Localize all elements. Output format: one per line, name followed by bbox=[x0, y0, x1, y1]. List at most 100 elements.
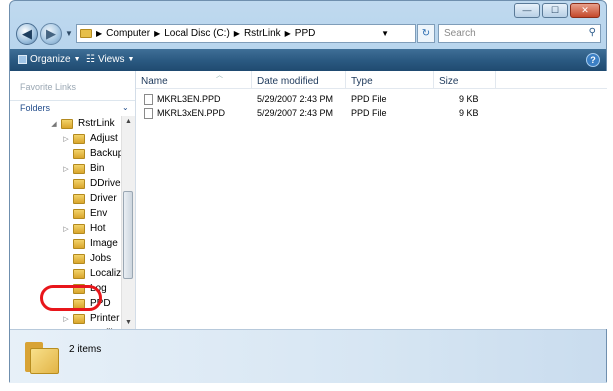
tree-item-label: Hot bbox=[90, 223, 106, 234]
help-button[interactable]: ? bbox=[586, 53, 600, 67]
tree-item-ddriver[interactable]: DDriver bbox=[62, 176, 124, 191]
views-button[interactable]: ☷ Views ▼ bbox=[86, 54, 134, 65]
organize-icon bbox=[18, 55, 27, 64]
folder-icon bbox=[73, 178, 85, 189]
tree-item-driver[interactable]: Driver bbox=[62, 191, 117, 206]
column-label: Name bbox=[141, 76, 168, 87]
scroll-up-arrow[interactable]: ▲ bbox=[122, 116, 135, 128]
file-date: 5/29/2007 2:43 PM bbox=[257, 108, 334, 118]
chevron-down-icon: ⌄ bbox=[122, 103, 129, 112]
file-list-pane: Name ︿ Date modified Type Size MKRL3EN.P… bbox=[136, 71, 607, 329]
tree-item-localize[interactable]: Localize bbox=[62, 266, 127, 281]
file-size: 9 KB bbox=[459, 94, 479, 104]
tree-item-label: Env bbox=[90, 208, 108, 219]
tree-item-image[interactable]: Image bbox=[62, 236, 118, 251]
column-label: Size bbox=[439, 76, 459, 87]
minimize-button[interactable]: — bbox=[514, 3, 540, 18]
breadcrumb-local-disc[interactable]: Local Disc (C:) bbox=[164, 28, 230, 39]
column-header-name[interactable]: Name ︿ bbox=[136, 71, 252, 88]
folder-icon bbox=[73, 208, 85, 219]
back-button[interactable]: ◀ bbox=[16, 23, 38, 45]
organize-label: Organize bbox=[30, 54, 71, 65]
column-label: Date modified bbox=[257, 76, 319, 87]
expand-arrow-icon[interactable]: ▷ bbox=[62, 135, 70, 143]
column-header-type[interactable]: Type bbox=[346, 71, 434, 88]
chevron-down-icon[interactable]: ▼ bbox=[381, 29, 389, 38]
views-icon: ☷ bbox=[86, 54, 95, 65]
tree-item-ppd[interactable]: PPD bbox=[62, 296, 111, 311]
tree-item-adjust[interactable]: ▷ Adjust bbox=[62, 131, 118, 146]
tree-item-rstrlink[interactable]: ◢ RstrLink bbox=[50, 116, 115, 131]
tree-item-label: Printer bbox=[90, 313, 120, 324]
breadcrumb-rstrlink[interactable]: RstrLink bbox=[244, 28, 281, 39]
folder-icon bbox=[73, 238, 85, 249]
forward-button[interactable]: ▶ bbox=[40, 23, 62, 45]
expand-arrow-icon[interactable]: ▷ bbox=[62, 225, 70, 233]
search-icon[interactable]: ⚲ bbox=[589, 27, 596, 38]
chevron-right-icon: ▶ bbox=[233, 29, 240, 38]
tree-item-label: Backup bbox=[90, 148, 124, 159]
file-row[interactable]: MKRL3EN.PPD 5/29/2007 2:43 PM PPD File 9… bbox=[136, 94, 607, 107]
tree-item-hot[interactable]: ▷ Hot bbox=[62, 221, 106, 236]
scroll-down-arrow[interactable]: ▼ bbox=[122, 317, 135, 329]
folder-icon bbox=[73, 298, 85, 309]
file-name: MKRL3xEN.PPD bbox=[157, 108, 226, 118]
search-input[interactable]: Search ⚲ bbox=[438, 24, 601, 43]
folder-icon bbox=[73, 268, 85, 279]
file-type: PPD File bbox=[351, 108, 387, 118]
folder-icon bbox=[73, 223, 85, 234]
tree-item-env[interactable]: Env bbox=[62, 206, 107, 221]
folders-header[interactable]: Folders ⌄ bbox=[10, 100, 135, 116]
breadcrumb-ppd[interactable]: PPD bbox=[295, 28, 316, 39]
explorer-window: — ☐ ✕ ◀ ▶ ▼ ▶ Computer ▶ Local Disc (C:)… bbox=[9, 0, 607, 383]
expand-arrow-icon[interactable]: ▷ bbox=[62, 165, 70, 173]
caption-buttons: — ☐ ✕ bbox=[514, 3, 600, 18]
file-type: PPD File bbox=[351, 94, 387, 104]
organize-button[interactable]: Organize ▼ bbox=[18, 54, 81, 65]
navigation-pane: Favorite Links Folders ⌄ ◢ RstrLink ▷ Adjus… bbox=[10, 71, 136, 329]
navigation-row: ◀ ▶ ▼ ▶ Computer ▶ Local Disc (C:) ▶ Rst… bbox=[10, 21, 606, 48]
scroll-thumb[interactable] bbox=[123, 191, 133, 279]
folders-label: Folders bbox=[20, 103, 51, 113]
breadcrumb-computer[interactable]: Computer bbox=[106, 28, 150, 39]
maximize-button[interactable]: ☐ bbox=[542, 3, 568, 18]
chevron-right-icon: ▶ bbox=[154, 29, 161, 38]
item-count: 2 items bbox=[69, 344, 102, 355]
folder-icon bbox=[73, 148, 85, 159]
tree-item-label: PPD bbox=[90, 298, 111, 309]
tree-item-backup[interactable]: Backup bbox=[62, 146, 123, 161]
tree-item-jobs[interactable]: Jobs bbox=[62, 251, 111, 266]
column-header-size[interactable]: Size bbox=[434, 71, 496, 88]
close-button[interactable]: ✕ bbox=[570, 3, 600, 18]
file-size: 9 KB bbox=[459, 108, 479, 118]
file-date: 5/29/2007 2:43 PM bbox=[257, 94, 334, 104]
collapse-arrow-icon[interactable]: ◢ bbox=[50, 120, 58, 128]
file-icon bbox=[144, 108, 153, 119]
tree-item-label: Jobs bbox=[90, 253, 112, 264]
expand-arrow-icon[interactable]: ▷ bbox=[62, 315, 70, 323]
column-header-date[interactable]: Date modified bbox=[252, 71, 346, 88]
favorite-links-header[interactable]: Favorite Links bbox=[20, 82, 76, 92]
file-icon bbox=[144, 94, 153, 105]
chevron-down-icon: ▼ bbox=[127, 56, 135, 63]
tree-item-label: RstrLink bbox=[78, 118, 115, 129]
tree-item-bin[interactable]: ▷ Bin bbox=[62, 161, 104, 176]
address-bar[interactable]: ▶ Computer ▶ Local Disc (C:) ▶ RstrLink … bbox=[76, 24, 416, 43]
file-row[interactable]: MKRL3xEN.PPD 5/29/2007 2:43 PM PPD File … bbox=[136, 108, 607, 121]
chevron-down-icon: ▼ bbox=[73, 56, 81, 63]
recent-pages-dropdown[interactable]: ▼ bbox=[65, 29, 73, 38]
tree-item-label: Image bbox=[90, 238, 118, 249]
folder-icon bbox=[73, 193, 85, 204]
details-pane: 2 items bbox=[10, 329, 606, 383]
tree-scrollbar[interactable]: ▲ ▼ bbox=[121, 116, 135, 329]
tree-item-label: Adjust bbox=[90, 133, 118, 144]
folder-icon bbox=[73, 163, 85, 174]
chevron-right-icon: ▶ bbox=[284, 29, 291, 38]
tree-item-printer[interactable]: ▷ Printer bbox=[62, 311, 119, 326]
folder-icon bbox=[73, 313, 85, 324]
folder-icon bbox=[73, 283, 85, 294]
tree-item-label: DDriver bbox=[90, 178, 124, 189]
header-divider bbox=[136, 88, 607, 89]
tree-item-log[interactable]: Log bbox=[62, 281, 107, 296]
refresh-button[interactable]: ↻ bbox=[417, 24, 435, 43]
